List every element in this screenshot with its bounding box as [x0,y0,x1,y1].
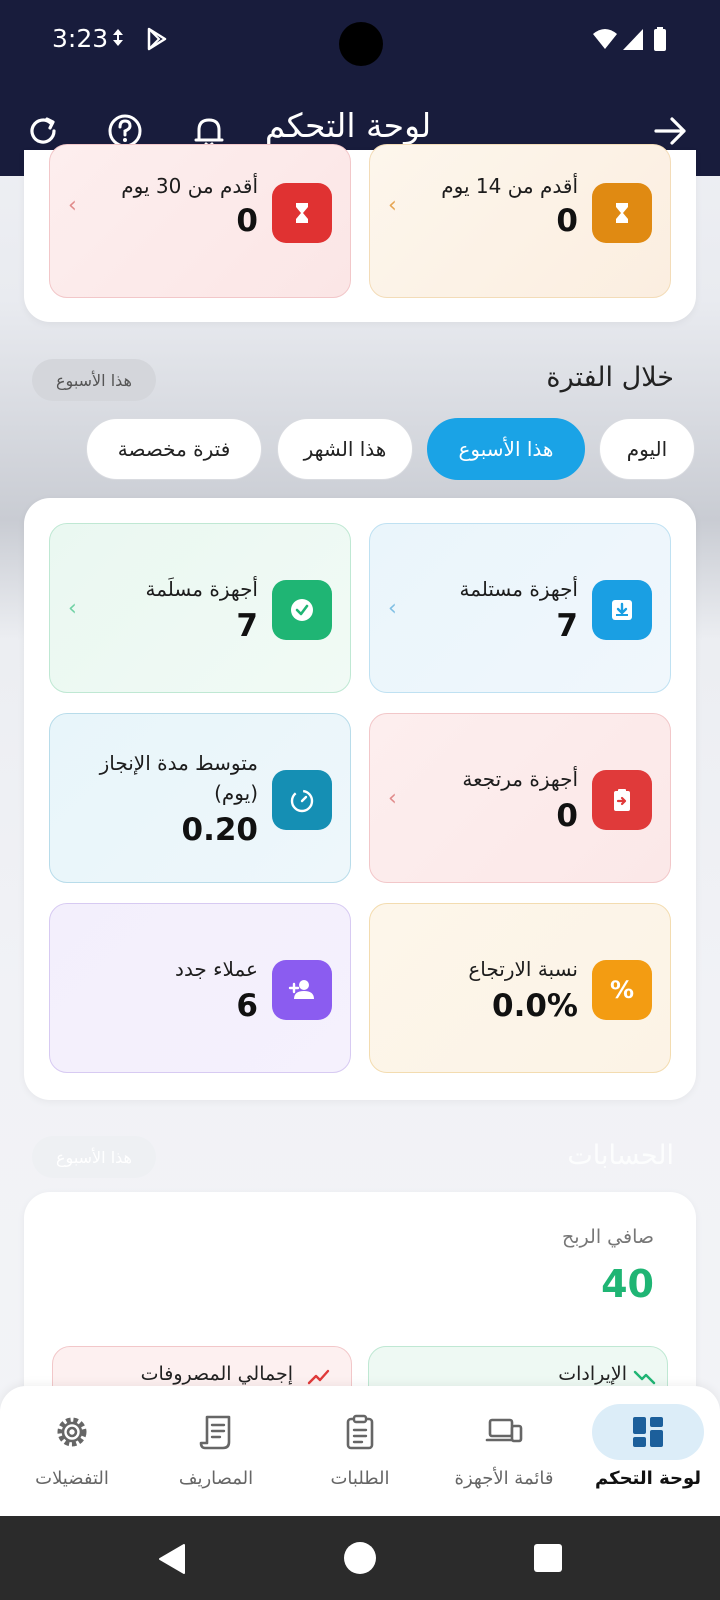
period-range-chip: هذا الأسبوع [32,359,156,401]
recents-button[interactable] [534,1544,562,1572]
net-profit-label: صافي الربح [562,1226,654,1248]
chevron-left-icon: ‹ [68,596,77,621]
back-triangle-icon[interactable] [156,1542,188,1576]
clipboard-list-icon [346,1414,374,1450]
check-circle-icon [272,580,332,640]
chevron-left-icon: ‹ [68,193,77,218]
nav-item-orders[interactable]: الطلبات [288,1386,432,1516]
nav-label: لوحة التحكم [594,1468,702,1489]
stat-new-customers: عملاء جدد 6 [49,903,351,1073]
stat-label: متوسط مدة الإنجاز (يوم) [99,751,258,805]
play-store-icon [147,27,167,51]
stat-value: 7 [556,608,578,644]
period-stats-card: أجهزة مستلمة 7 ‹ أجهزة مسلَمة 7 ‹ أجهزة … [24,498,696,1100]
nav-item-expenses[interactable]: المصاريف [144,1386,288,1516]
hourglass-icon [592,183,652,243]
timer-icon [272,770,332,830]
inbox-download-icon [592,580,652,640]
nav-item-dashboard[interactable]: لوحة التحكم [576,1386,720,1516]
nav-label: التفضيلات [35,1468,109,1489]
tab-this-month[interactable]: هذا الشهر [277,418,413,480]
percent-icon: % [592,960,652,1020]
stat-return-rate: % نسبة الارتجاع 0.0% [369,903,671,1073]
clipboard-return-icon [592,770,652,830]
page-title-text: لوحة التحكم [264,106,432,145]
stat-value: 6 [236,988,258,1024]
signal-icon [623,29,643,50]
stat-label: أجهزة مسلَمة [145,577,258,601]
wifi-icon [593,29,617,49]
tab-this-week[interactable]: هذا الأسبوع [427,418,585,480]
devices-icon [485,1418,523,1443]
stat-value: 7 [236,608,258,644]
nav-label: قائمة الأجهزة [454,1468,554,1489]
dashboard-icon [633,1417,663,1447]
system-navigation-bar [0,1516,720,1600]
stat-value: 0 [556,203,578,239]
net-profit-value: 40 [601,1262,654,1306]
stat-older-than-30-days[interactable]: أقدم من 30 يوم 0 ‹ [49,144,351,298]
revenue-label: الإيرادات [558,1363,627,1385]
nav-item-devices[interactable]: قائمة الأجهزة [432,1386,576,1516]
accounts-range-chip: هذا الأسبوع [32,1136,156,1178]
camera-cutout [339,22,383,66]
stat-avg-completion-time: متوسط مدة الإنجاز (يوم) 0.20 [49,713,351,883]
receipt-icon [199,1415,231,1450]
chevron-left-icon: ‹ [388,786,397,811]
status-bar: 3:23 [0,0,720,86]
aging-card: أقدم من 14 يوم 0 ‹ أقدم من 30 يوم 0 ‹ [24,144,696,322]
status-time: 3:23 [52,24,109,53]
nav-item-settings[interactable]: التفضيلات [0,1386,144,1516]
battery-icon [654,27,666,51]
hourglass-icon [272,183,332,243]
stat-value: 0 [556,798,578,834]
gear-icon [57,1417,87,1447]
expenses-label: إجمالي المصروفات [140,1363,293,1385]
stat-label: نسبة الارتجاع [468,957,578,981]
accounts-section-title: الحسابات [567,1140,674,1171]
stat-value: 0 [236,203,258,239]
period-section-title: خلال الفترة [546,362,674,393]
trending-up-icon [307,1369,330,1385]
nav-label: الطلبات [330,1468,390,1489]
bottom-navigation: لوحة التحكم قائمة الأجهزة الطلبات المصار… [0,1386,720,1516]
stat-returned-devices[interactable]: أجهزة مرتجعة 0 ‹ [369,713,671,883]
home-button[interactable] [344,1542,376,1574]
chevron-left-icon: ‹ [388,193,397,218]
tab-today[interactable]: اليوم [599,418,695,480]
page-title: لوحة التحكم [0,106,720,145]
stat-value: 0.0% [492,988,578,1024]
trending-down-icon [633,1370,656,1385]
stat-label: عملاء جدد [175,957,258,981]
stat-older-than-14-days[interactable]: أقدم من 14 يوم 0 ‹ [369,144,671,298]
nav-label: المصاريف [178,1468,254,1489]
tab-custom-period[interactable]: فترة مخصصة [86,418,262,480]
stat-label: أقدم من 30 يوم [121,174,258,198]
data-saver-icon [113,29,123,46]
chevron-left-icon: ‹ [388,596,397,621]
stat-label: أجهزة مرتجعة [462,767,578,791]
stat-label: أقدم من 14 يوم [441,174,578,198]
stat-delivered-devices[interactable]: أجهزة مسلَمة 7 ‹ [49,523,351,693]
stat-received-devices[interactable]: أجهزة مستلمة 7 ‹ [369,523,671,693]
stat-value: 0.20 [181,812,259,848]
add-person-icon [272,960,332,1020]
stat-label: أجهزة مستلمة [459,577,578,601]
